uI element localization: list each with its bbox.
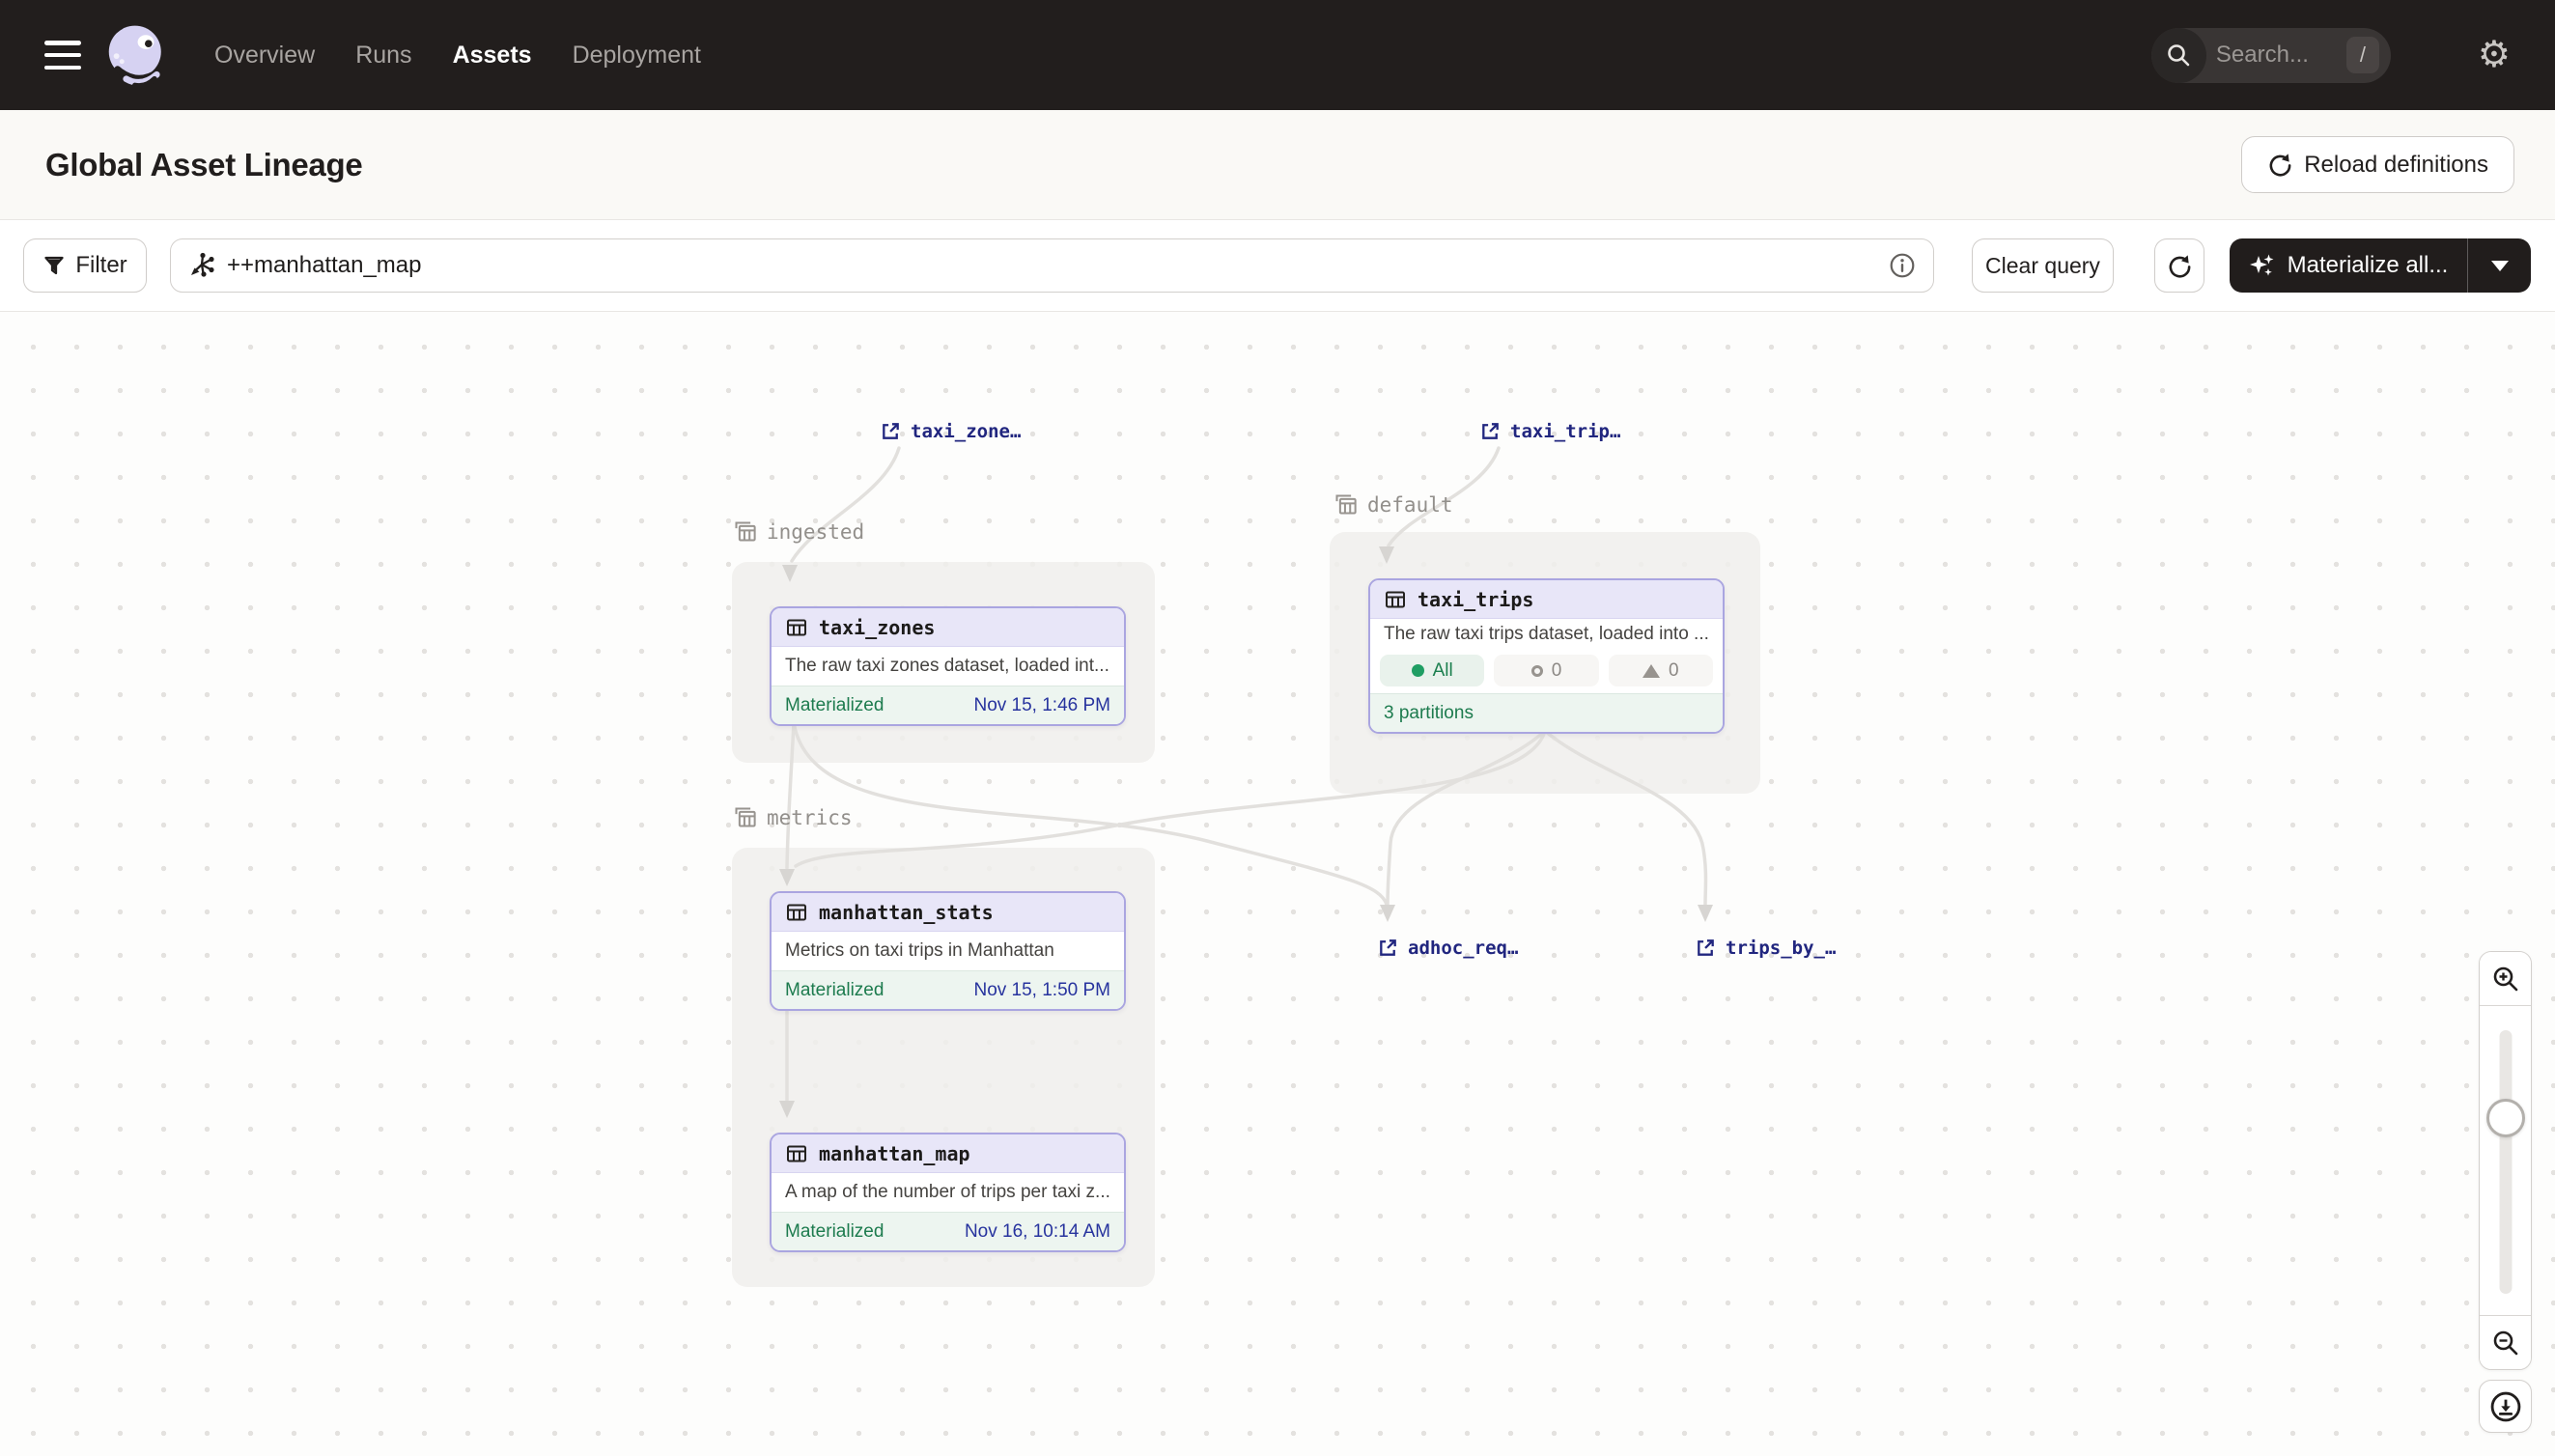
group-label-metrics[interactable]: metrics (732, 804, 853, 830)
asset-node-footer: Materialized Nov 15, 1:50 PM (772, 970, 1124, 1009)
materialize-options-button[interactable] (2467, 238, 2531, 293)
asset-node-header: manhattan_map (772, 1134, 1124, 1173)
asset-node-description: The raw taxi zones dataset, loaded int..… (772, 647, 1124, 686)
download-icon (2489, 1390, 2522, 1423)
search-shortcut-badge: / (2346, 37, 2379, 73)
status-badge: Materialized (785, 980, 884, 1001)
external-link-icon (1479, 420, 1502, 442)
refresh-icon (2167, 253, 2193, 279)
external-asset-link-taxi-trip[interactable]: taxi_trip… (1479, 420, 1620, 442)
asset-node-footer: Materialized Nov 15, 1:46 PM (772, 686, 1124, 724)
partition-pill-failed[interactable]: 0 (1609, 655, 1713, 686)
filter-button[interactable]: Filter (23, 238, 147, 293)
sparkle-icon (2249, 252, 2276, 279)
zoom-out-button[interactable] (2480, 1316, 2531, 1369)
asset-node-manhattan-stats[interactable]: manhattan_stats Metrics on taxi trips in… (770, 891, 1126, 1011)
asset-node-taxi-trips[interactable]: taxi_trips The raw taxi trips dataset, l… (1368, 578, 1725, 734)
table-group-icon (1333, 491, 1359, 518)
refresh-graph-button[interactable] (2154, 238, 2204, 293)
external-link-icon (1695, 937, 1717, 959)
search-icon (2151, 28, 2206, 83)
partition-health-pills: All 0 0 (1370, 651, 1723, 693)
zoom-out-icon (2491, 1329, 2520, 1358)
asset-node-footer: 3 partitions (1370, 693, 1723, 732)
materialization-timestamp[interactable]: Nov 15, 1:46 PM (973, 695, 1110, 716)
nav-item-deployment[interactable]: Deployment (573, 42, 701, 70)
table-icon (785, 901, 808, 924)
table-icon (785, 616, 808, 639)
external-link-icon (880, 420, 902, 442)
zoom-controls (2479, 951, 2532, 1370)
status-badge: Materialized (785, 1221, 884, 1243)
partitions-count[interactable]: 3 partitions (1384, 703, 1474, 724)
external-asset-link-adhoc-req[interactable]: adhoc_req… (1377, 937, 1518, 959)
zoom-in-icon (2491, 965, 2520, 994)
graph-selector-icon (188, 252, 215, 279)
asset-node-header: taxi_trips (1370, 580, 1723, 619)
settings-gear-icon[interactable]: ⚙ (2478, 37, 2511, 73)
materialization-timestamp[interactable]: Nov 16, 10:14 AM (965, 1221, 1110, 1243)
page-title: Global Asset Lineage (45, 147, 362, 183)
table-group-icon (732, 518, 758, 545)
dagster-logo[interactable] (102, 20, 172, 90)
page-header: Global Asset Lineage Reload definitions (0, 110, 2555, 220)
search-input[interactable] (2206, 42, 2346, 69)
asset-query-box[interactable] (170, 238, 1934, 293)
info-icon[interactable] (1889, 252, 1916, 279)
zoom-in-button[interactable] (2480, 952, 2531, 1005)
partition-pill-all[interactable]: All (1380, 655, 1484, 686)
menu-icon[interactable] (44, 41, 81, 70)
nav-links: Overview Runs Assets Deployment (214, 42, 701, 70)
asset-node-header: taxi_zones (772, 608, 1124, 647)
download-view-button[interactable] (2479, 1380, 2532, 1433)
asset-node-taxi-zones[interactable]: taxi_zones The raw taxi zones dataset, l… (770, 606, 1126, 726)
table-icon (1384, 588, 1407, 611)
materialize-all-split-button: Materialize all... (2230, 238, 2531, 293)
status-badge: Materialized (785, 695, 884, 716)
asset-query-input[interactable] (215, 252, 1889, 279)
asset-node-description: A map of the number of trips per taxi z.… (772, 1173, 1124, 1212)
table-group-icon (732, 804, 758, 830)
zoom-slider-handle[interactable] (2486, 1099, 2525, 1137)
missing-ring-icon (1531, 665, 1543, 677)
lineage-edges (0, 312, 2555, 1456)
zoom-slider-track[interactable] (2499, 1030, 2512, 1294)
reload-definitions-button[interactable]: Reload definitions (2241, 136, 2514, 193)
asset-node-description: Metrics on taxi trips in Manhattan (772, 932, 1124, 970)
funnel-icon (42, 254, 66, 277)
materialization-timestamp[interactable]: Nov 15, 1:50 PM (973, 980, 1110, 1001)
asset-node-header: manhattan_stats (772, 893, 1124, 932)
external-asset-link-trips-by[interactable]: trips_by_… (1695, 937, 1836, 959)
zoom-slider[interactable] (2480, 1005, 2531, 1316)
clear-query-button[interactable]: Clear query (1972, 238, 2114, 293)
lineage-canvas[interactable]: ingested default metrics taxi_zone… (0, 312, 2555, 1456)
materialize-all-button[interactable]: Materialize all... (2230, 238, 2467, 293)
nav-item-overview[interactable]: Overview (214, 42, 315, 70)
table-icon (785, 1142, 808, 1165)
group-label-ingested[interactable]: ingested (732, 518, 864, 545)
top-nav: Overview Runs Assets Deployment / ⚙ (0, 0, 2555, 110)
asset-node-description: The raw taxi trips dataset, loaded into … (1370, 619, 1723, 651)
external-link-icon (1377, 937, 1399, 959)
partition-pill-missing[interactable]: 0 (1494, 655, 1598, 686)
failed-triangle-icon (1642, 664, 1660, 678)
external-asset-link-taxi-zone[interactable]: taxi_zone… (880, 420, 1021, 442)
lineage-toolbar: Filter Clear query (0, 220, 2555, 312)
group-label-default[interactable]: default (1333, 491, 1453, 518)
materialized-dot-icon (1412, 664, 1424, 677)
search-bar[interactable]: / (2151, 28, 2391, 83)
nav-item-assets[interactable]: Assets (453, 42, 532, 70)
nav-item-runs[interactable]: Runs (355, 42, 411, 70)
refresh-icon (2267, 152, 2293, 178)
asset-node-footer: Materialized Nov 16, 10:14 AM (772, 1212, 1124, 1250)
chevron-down-icon (2491, 261, 2509, 271)
asset-node-manhattan-map[interactable]: manhattan_map A map of the number of tri… (770, 1133, 1126, 1252)
